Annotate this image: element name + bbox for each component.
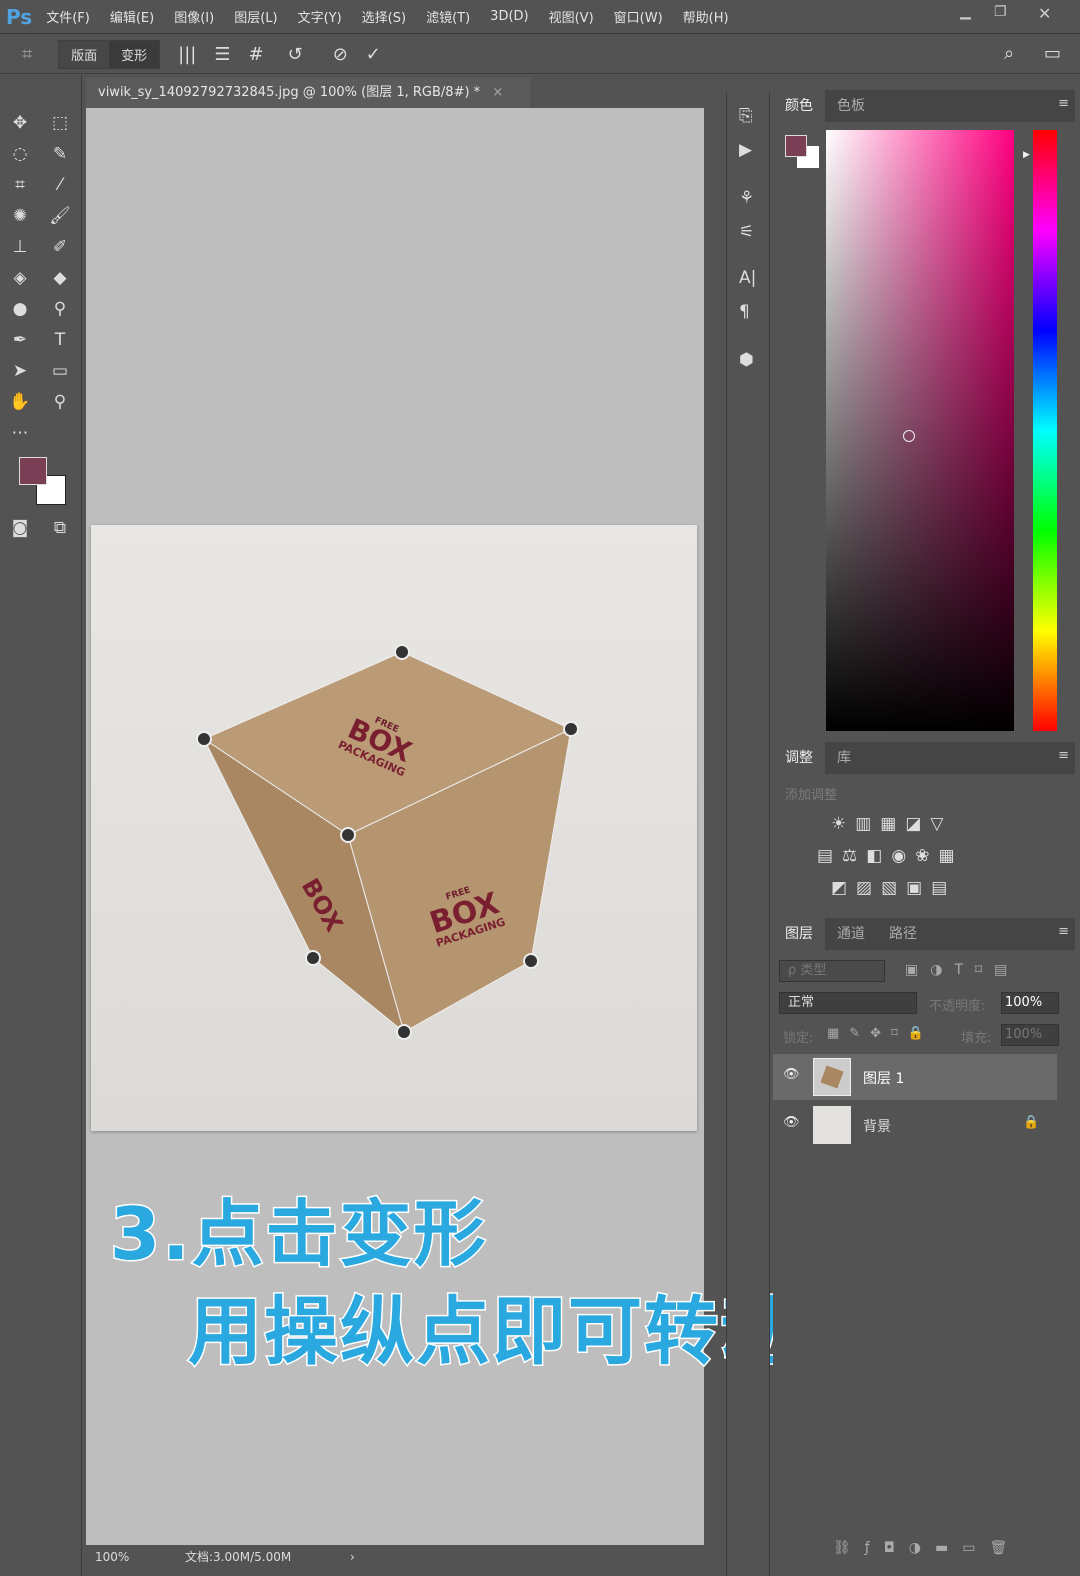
- warp-pin-handle[interactable]: [396, 1024, 412, 1040]
- fill-input[interactable]: 100%: [1001, 1024, 1059, 1046]
- adjustment-icons-row-3[interactable]: ◩▨▧▣▤: [831, 878, 956, 898]
- lock-icon: 🔒: [1023, 1115, 1040, 1130]
- layer-name[interactable]: 背景: [863, 1116, 891, 1136]
- warp-pin-handle[interactable]: [196, 731, 212, 747]
- panel-fg-swatch[interactable]: [785, 135, 807, 157]
- blend-mode-select[interactable]: 正常: [779, 992, 917, 1014]
- tab-layers[interactable]: 图层: [773, 918, 825, 950]
- properties-icon[interactable]: ⚟: [739, 222, 754, 242]
- layer-row-layer1[interactable]: 👁 图层 1: [773, 1054, 1057, 1100]
- hue-slider[interactable]: [1033, 130, 1057, 731]
- panel-menu-icon[interactable]: ≡: [1058, 96, 1069, 111]
- lock-icons[interactable]: ▦✎✥⌑🔒: [827, 1026, 934, 1041]
- document-size: 文档:3.00M/5.00M: [185, 1550, 292, 1564]
- layer-name[interactable]: 图层 1: [863, 1068, 904, 1088]
- layers-panel: 图层 通道 路径 ≡ ρ 类型 ▣◑T⌑▤ 正常 不透明度: 100% 锁定: …: [773, 918, 1075, 1576]
- layer-filter-icons[interactable]: ▣◑T⌑▤: [905, 962, 1019, 978]
- 3d-icon[interactable]: ⬢: [739, 350, 754, 370]
- visibility-eye-icon[interactable]: 👁: [783, 1067, 800, 1082]
- tab-channels[interactable]: 通道: [825, 918, 877, 950]
- character-icon[interactable]: A|: [739, 268, 756, 288]
- warp-pin-handle[interactable]: [523, 953, 539, 969]
- fill-label: 填充:: [961, 1031, 992, 1046]
- caption-line-1: 3.点击变形: [108, 1191, 488, 1278]
- warp-pin-handle[interactable]: [394, 644, 410, 660]
- history-icon[interactable]: ⎘: [739, 106, 753, 126]
- actions-play-icon[interactable]: ▶: [739, 140, 752, 160]
- brushes-icon[interactable]: ⚘: [739, 188, 754, 208]
- panel-menu-icon[interactable]: ≡: [1058, 748, 1069, 763]
- add-adjustment-hint: 添加调整: [785, 788, 838, 803]
- adjustments-panel: 调整 库 ≡ 添加调整 ☀▥▦◪▽ ▤⚖◧◉❀▦ ◩▨▧▣▤: [773, 742, 1075, 914]
- tab-adjustments[interactable]: 调整: [773, 742, 825, 774]
- tab-color[interactable]: 颜色: [773, 90, 825, 122]
- layer-thumbnail: [813, 1058, 851, 1096]
- warp-pin-handle[interactable]: [563, 721, 579, 737]
- opacity-label: 不透明度:: [929, 999, 986, 1014]
- color-panel-tabs: 颜色 色板: [773, 90, 1075, 122]
- panel-dock: ⎘ ▶ ⚘ ⚟ A| ¶ ⬢: [726, 92, 770, 1576]
- warp-pin-handle[interactable]: [340, 827, 356, 843]
- color-field[interactable]: [826, 130, 1014, 731]
- status-bar: 100% 文档:3.00M/5.00M ›: [86, 1545, 704, 1568]
- layer-filter-select[interactable]: ρ 类型: [779, 960, 885, 982]
- adjustments-panel-tabs: 调整 库: [773, 742, 1075, 774]
- tab-swatches[interactable]: 色板: [825, 90, 877, 122]
- hue-slider-marker[interactable]: ▶: [1023, 150, 1030, 160]
- status-menu-arrow[interactable]: ›: [350, 1550, 355, 1564]
- color-picker-cursor[interactable]: [903, 430, 915, 442]
- adjustment-icons-row-2[interactable]: ▤⚖◧◉❀▦: [817, 846, 964, 866]
- layer-thumbnail: [813, 1106, 851, 1144]
- layer-row-background[interactable]: 👁 背景 🔒: [773, 1102, 1057, 1148]
- color-panel: 颜色 色板 ≡ ▶: [773, 90, 1075, 738]
- lock-label: 锁定:: [783, 1031, 814, 1046]
- layer-actions-bar[interactable]: ⛓ƒ◘◑▬▭🗑: [833, 1540, 1021, 1556]
- adjustment-icons-row-1[interactable]: ☀▥▦◪▽: [831, 814, 953, 834]
- zoom-level[interactable]: 100%: [95, 1550, 185, 1564]
- paragraph-icon[interactable]: ¶: [739, 302, 750, 322]
- panel-menu-icon[interactable]: ≡: [1058, 924, 1069, 939]
- visibility-eye-icon[interactable]: 👁: [783, 1115, 800, 1130]
- layers-panel-tabs: 图层 通道 路径: [773, 918, 1075, 950]
- tab-paths[interactable]: 路径: [877, 918, 929, 950]
- warp-pin-handle[interactable]: [305, 950, 321, 966]
- tab-libraries[interactable]: 库: [825, 742, 863, 774]
- opacity-input[interactable]: 100%: [1001, 992, 1059, 1014]
